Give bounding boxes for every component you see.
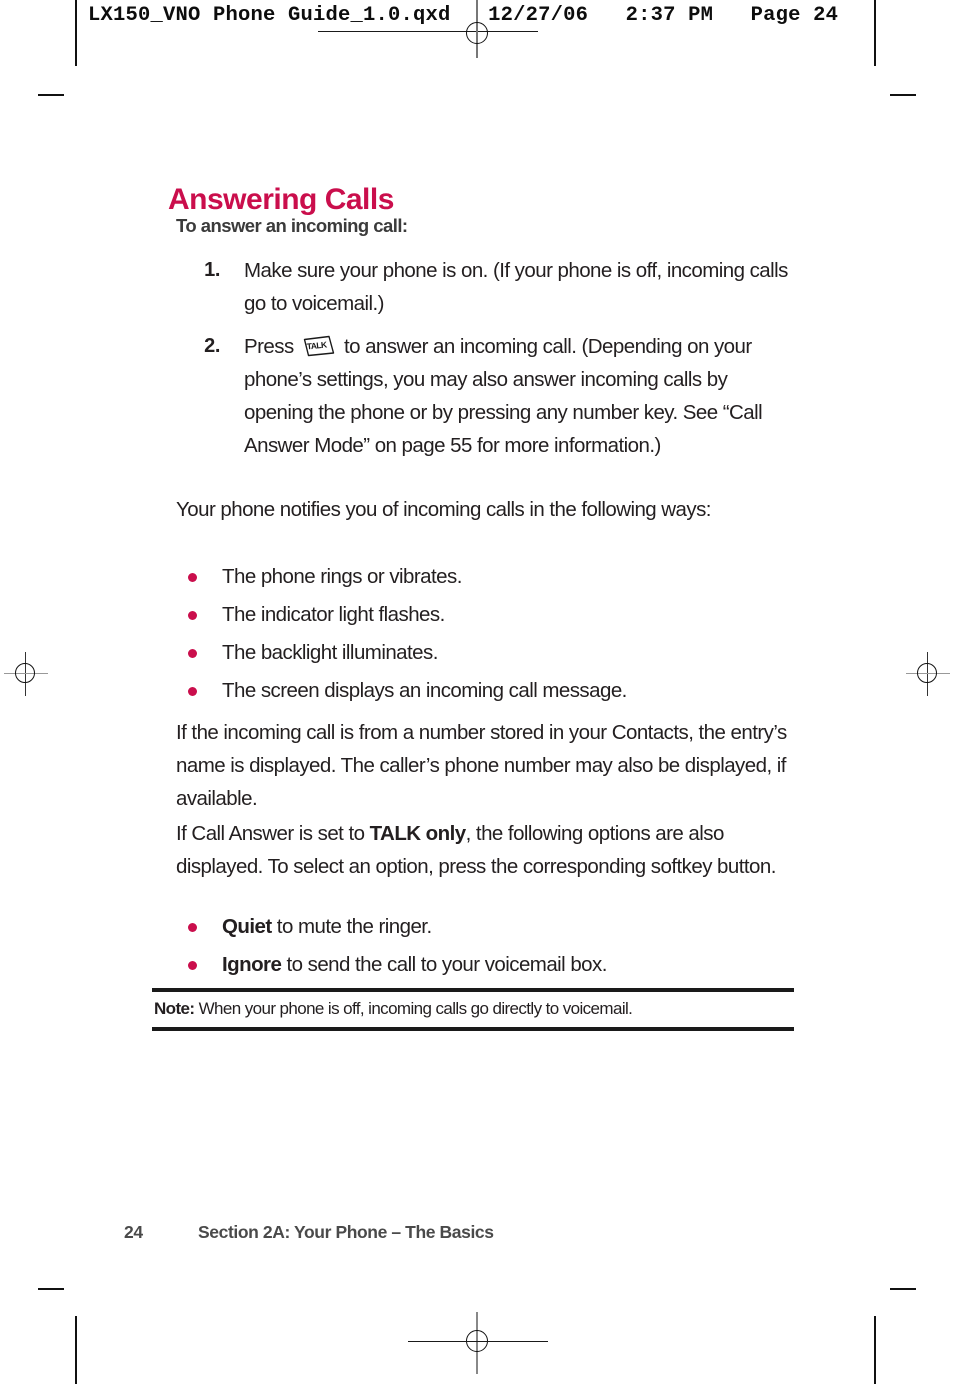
bullet-icon: [188, 611, 197, 620]
registration-mark-left: [4, 652, 48, 696]
registration-mark-bottom: [455, 1312, 499, 1374]
note-body: When your phone is off, incoming calls g…: [194, 999, 633, 1018]
softkey-options-list: Quiet to mute the ringer. Ignore to send…: [188, 910, 798, 986]
list-item: The backlight illuminates.: [188, 636, 798, 669]
crop-tick-top-right: [890, 94, 916, 96]
bullet-icon: [188, 573, 197, 582]
list-item-label: The backlight illuminates.: [222, 641, 438, 664]
crop-tick-bottom-left: [38, 1288, 64, 1290]
bullet-icon: [188, 687, 197, 696]
crop-line-top-right: [874, 0, 876, 66]
crop-line-bottom-left: [75, 1316, 77, 1384]
bullet-icon: [188, 649, 197, 658]
crop-line-top-left: [75, 0, 77, 66]
step-text-before-icon: Press: [244, 335, 299, 358]
list-item-label: The screen displays an incoming call mes…: [222, 679, 627, 702]
bottom-crop-rule: [408, 1341, 548, 1343]
paragraph-notify: Your phone notifies you of incoming call…: [176, 498, 712, 521]
bold-talk-only: TALK only: [369, 822, 467, 845]
list-item: The phone rings or vibrates.: [188, 560, 798, 593]
list-item: The screen displays an incoming call mes…: [188, 674, 798, 707]
option-description: to mute the ringer.: [271, 915, 432, 938]
text-before-bold: If Call Answer is set to: [176, 822, 370, 845]
bullet-icon: [188, 961, 197, 970]
note-text: Note: When your phone is off, incoming c…: [152, 992, 794, 1027]
note-rule-bottom: [152, 1027, 794, 1031]
page-title: Answering Calls: [168, 183, 394, 217]
note-label: Note:: [154, 999, 195, 1018]
print-slug: LX150_VNO Phone Guide_1.0.qxd 12/27/06 2…: [88, 4, 839, 27]
header-underline-rule: [318, 31, 538, 33]
crop-tick-bottom-right: [890, 1288, 916, 1290]
paragraph-contacts: If the incoming call is from a number st…: [176, 721, 787, 810]
note-box: Note: When your phone is off, incoming c…: [152, 988, 794, 1031]
list-item: Ignore to send the call to your voicemai…: [188, 948, 798, 981]
list-item-label: The phone rings or vibrates.: [222, 565, 462, 588]
crop-tick-top-left: [38, 94, 64, 96]
footer-section-label: Section 2A: Your Phone – The Basics: [198, 1222, 494, 1242]
step-number: 1.: [204, 259, 220, 281]
footer-page-number: 24: [124, 1222, 143, 1242]
paragraph-call-answer: If Call Answer is set to TALK only, the …: [176, 817, 794, 883]
step-number: 2.: [204, 335, 220, 357]
list-item: The indicator light flashes.: [188, 598, 798, 631]
section-subheading: To answer an incoming call:: [176, 215, 408, 236]
list-item-step-1: 1. Make sure your phone is on. (If your …: [192, 254, 792, 320]
talk-key-icon: TALK: [302, 335, 336, 357]
list-item-step-2: 2. Press TALK to answer an incoming call…: [192, 330, 792, 462]
list-item: Quiet to mute the ringer.: [188, 910, 798, 943]
option-name: Quiet: [222, 915, 272, 938]
bullet-icon: [188, 923, 197, 932]
page-footer: 24 Section 2A: Your Phone – The Basics: [124, 1222, 494, 1243]
notify-methods-list: The phone rings or vibrates. The indicat…: [188, 560, 798, 712]
numbered-steps-list: 1. Make sure your phone is on. (If your …: [192, 254, 792, 472]
list-item-label: The indicator light flashes.: [222, 603, 445, 626]
registration-mark-right: [906, 652, 950, 696]
option-description: to send the call to your voicemail box.: [281, 953, 607, 976]
option-name: Ignore: [222, 953, 282, 976]
crop-line-bottom-right: [874, 1316, 876, 1384]
step-text: Make sure your phone is on. (If your pho…: [244, 259, 788, 315]
